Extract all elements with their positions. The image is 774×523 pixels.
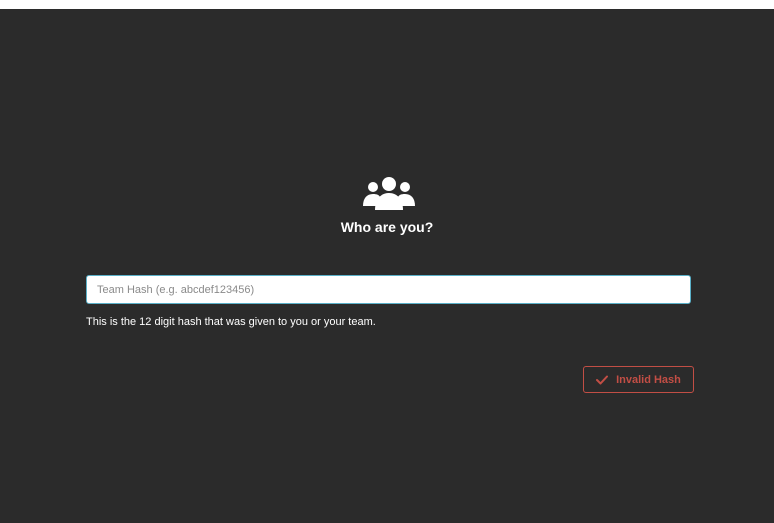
users-group-icon — [363, 177, 415, 210]
top-strip — [0, 0, 774, 9]
team-hash-help: This is the 12 digit hash that was given… — [86, 316, 376, 328]
invalid-hash-button[interactable]: Invalid Hash — [583, 366, 694, 393]
check-icon — [596, 375, 609, 384]
invalid-hash-label: Invalid Hash — [616, 373, 681, 386]
page-title: Who are you? — [340, 219, 434, 235]
team-hash-input[interactable] — [86, 275, 691, 304]
identity-panel — [0, 9, 774, 523]
